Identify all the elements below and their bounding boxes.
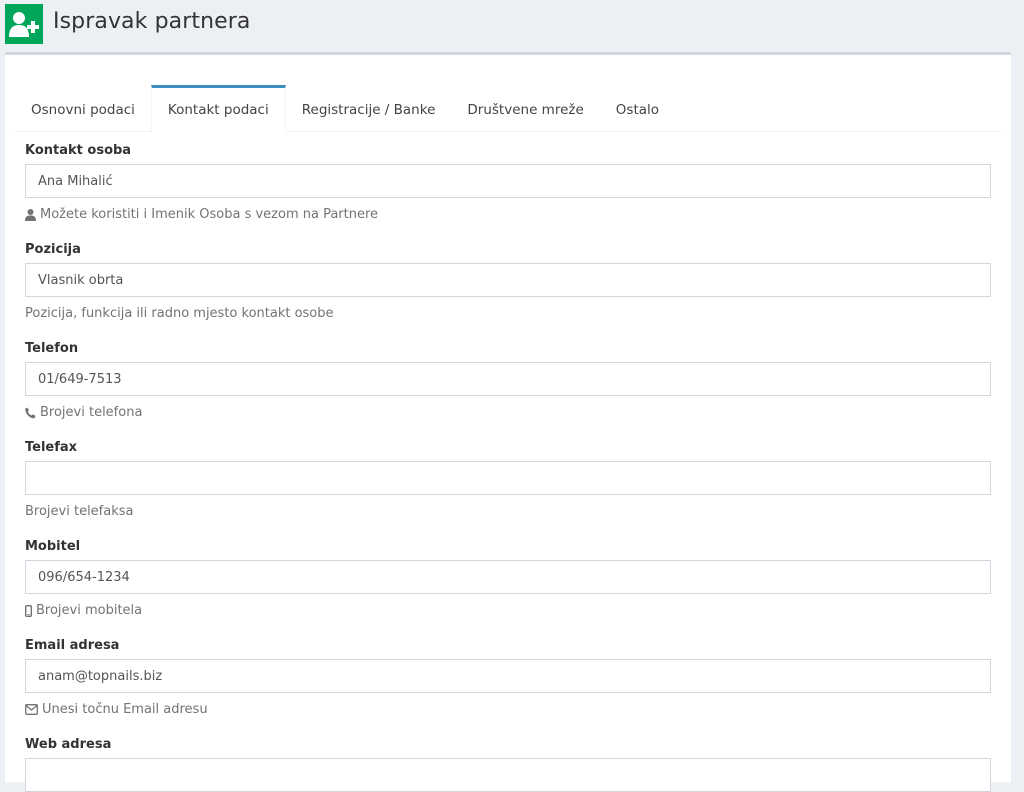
envelope-icon — [25, 704, 38, 715]
telefax-label: Telefax — [25, 440, 78, 455]
kontakt-osoba-help-text: Možete koristiti i Imenik Osoba s vezom … — [40, 207, 379, 222]
page-header: Ispravak partnera — [0, 0, 1024, 52]
user-plus-icon — [5, 4, 43, 44]
web-input[interactable] — [25, 758, 991, 792]
tab-osnovni-podaci[interactable]: Osnovni podaci — [15, 85, 151, 131]
telefax-input[interactable] — [25, 461, 991, 495]
pozicija-help-text: Pozicija, funkcija ili radno mjesto kont… — [25, 306, 334, 321]
telefon-help: Brojevi telefona — [25, 405, 142, 420]
telefon-input[interactable] — [25, 362, 991, 396]
telefon-help-text: Brojevi telefona — [40, 405, 143, 420]
mobitel-help: Brojevi mobitela — [25, 603, 142, 618]
phone-icon — [25, 407, 36, 418]
telefon-label: Telefon — [25, 341, 79, 356]
telefax-help: Brojevi telefaksa — [25, 504, 134, 519]
mobitel-input[interactable] — [25, 560, 991, 594]
email-input[interactable] — [25, 659, 991, 693]
pozicija-input[interactable] — [25, 263, 991, 297]
mobitel-label: Mobitel — [25, 539, 81, 554]
tab-ostalo[interactable]: Ostalo — [600, 85, 675, 131]
tab-drustvene-mreze[interactable]: Društvene mreže — [451, 85, 599, 131]
form-panel: Osnovni podaci Kontakt podaci Registraci… — [5, 52, 1011, 792]
tab-bar: Osnovni podaci Kontakt podaci Registraci… — [15, 85, 1001, 132]
email-help: Unesi točnu Email adresu — [25, 702, 208, 717]
telefax-help-text: Brojevi telefaksa — [25, 504, 134, 519]
pozicija-label: Pozicija — [25, 242, 81, 257]
web-label: Web adresa — [25, 737, 112, 752]
mobile-icon — [25, 604, 32, 617]
kontakt-osoba-label: Kontakt osoba — [25, 143, 132, 158]
tab-registracije-banke[interactable]: Registracije / Banke — [286, 85, 452, 131]
kontakt-osoba-help: Možete koristiti i Imenik Osoba s vezom … — [25, 207, 378, 222]
email-label: Email adresa — [25, 638, 120, 653]
mobitel-help-text: Brojevi mobitela — [36, 603, 143, 618]
page-title: Ispravak partnera — [53, 9, 251, 34]
tab-kontakt-podaci[interactable]: Kontakt podaci — [150, 85, 286, 132]
email-help-text: Unesi točnu Email adresu — [42, 702, 208, 717]
user-icon — [25, 208, 36, 221]
kontakt-osoba-input[interactable] — [25, 164, 991, 198]
pozicija-help: Pozicija, funkcija ili radno mjesto kont… — [25, 306, 334, 321]
